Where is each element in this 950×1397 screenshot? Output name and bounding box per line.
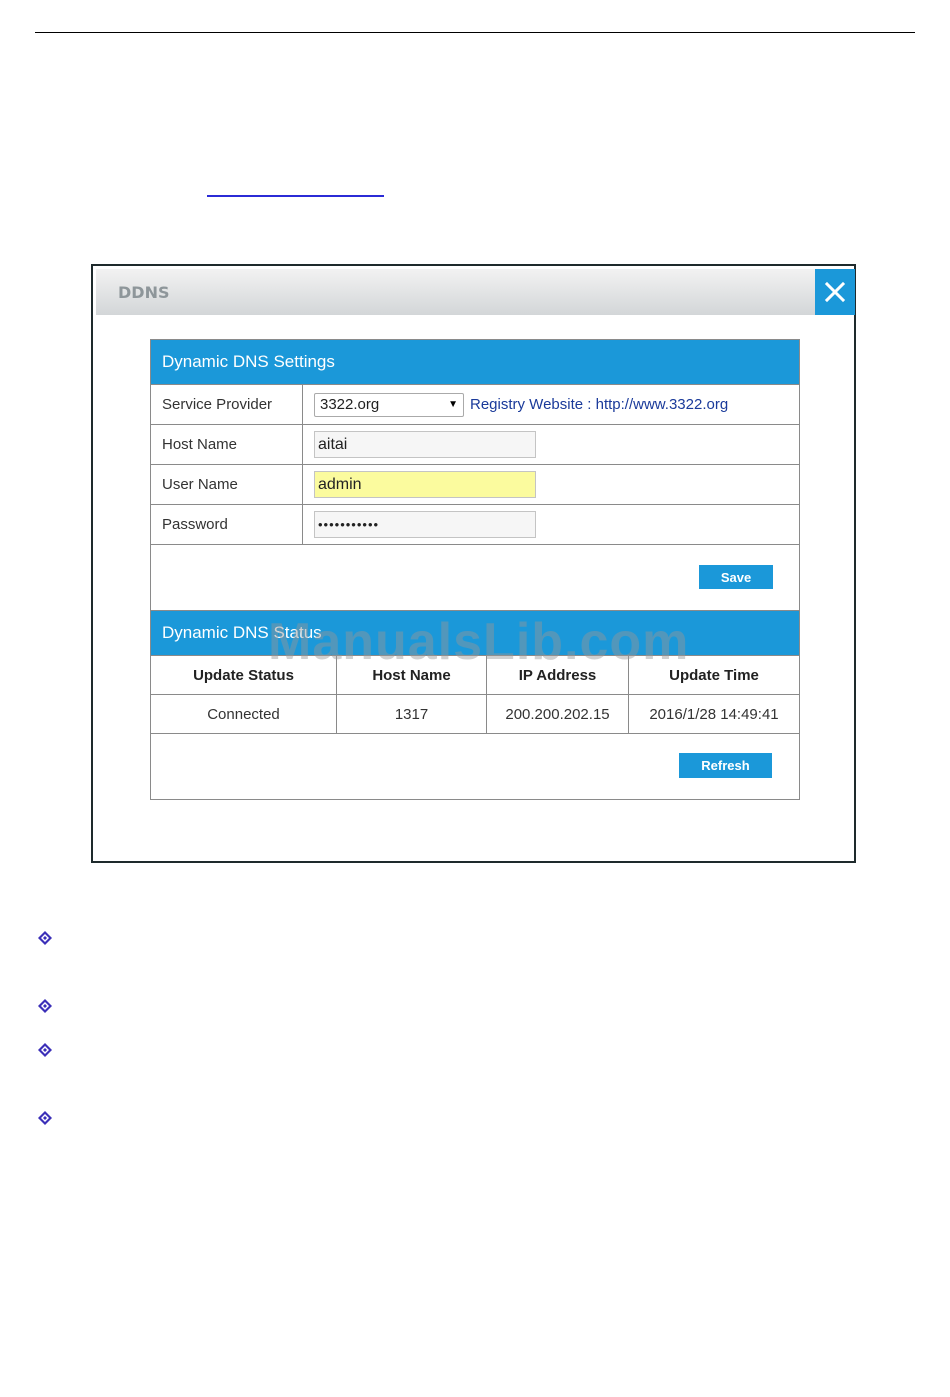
user-name-row: User Name admin xyxy=(151,464,799,504)
user-name-input[interactable]: admin xyxy=(314,471,536,498)
ddns-panel: Dynamic DNS Settings Service Provider 33… xyxy=(150,339,800,800)
ip-address-cell: 200.200.202.15 xyxy=(486,695,628,733)
close-icon xyxy=(824,281,846,303)
save-button[interactable]: Save xyxy=(699,565,773,589)
page-top-rule xyxy=(35,32,915,33)
table-header-row: Update Status Host Name IP Address Updat… xyxy=(151,655,799,694)
password-label: Password xyxy=(151,505,303,544)
host-name-input[interactable]: aitai xyxy=(314,431,536,458)
table-row: Connected 1317 200.200.202.15 2016/1/28 … xyxy=(151,694,799,733)
refresh-button[interactable]: Refresh xyxy=(679,753,772,778)
update-time-cell: 2016/1/28 14:49:41 xyxy=(628,695,799,733)
page-link-underline[interactable] xyxy=(207,195,384,197)
service-provider-value: 3322.org xyxy=(320,396,380,413)
column-header: Update Status xyxy=(193,666,294,684)
host-name-row: Host Name aitai xyxy=(151,424,799,464)
settings-section-title: Dynamic DNS Settings xyxy=(151,340,799,384)
refresh-area: Refresh xyxy=(151,733,799,799)
column-header: Update Time xyxy=(628,656,799,694)
registry-website-link[interactable]: Registry Website : http://www.3322.org xyxy=(470,396,728,413)
diamond-bullet-icon xyxy=(38,1043,52,1057)
service-provider-row: Service Provider 3322.org ▼ Registry Web… xyxy=(151,384,799,424)
dialog-header: DDNS xyxy=(96,269,816,315)
service-provider-label: Service Provider xyxy=(151,385,303,424)
password-row: Password ••••••••••• xyxy=(151,504,799,544)
column-header: Host Name xyxy=(336,656,486,694)
dialog-title: DDNS xyxy=(118,283,170,302)
close-button[interactable] xyxy=(815,269,855,315)
diamond-bullet-icon xyxy=(38,1111,52,1125)
host-name-label: Host Name xyxy=(151,425,303,464)
password-input[interactable]: ••••••••••• xyxy=(314,511,536,538)
diamond-bullet-icon xyxy=(38,931,52,945)
status-table: Update Status Host Name IP Address Updat… xyxy=(151,655,799,733)
service-provider-select[interactable]: 3322.org ▼ xyxy=(314,392,464,417)
host-name-cell: 1317 xyxy=(336,695,486,733)
save-area: Save xyxy=(151,544,799,610)
dropdown-caret-icon: ▼ xyxy=(448,399,458,410)
update-status-cell: Connected xyxy=(207,705,280,723)
user-name-label: User Name xyxy=(151,465,303,504)
column-header: IP Address xyxy=(486,656,628,694)
ddns-dialog: DDNS Dynamic DNS Settings Service Provid… xyxy=(91,264,856,863)
diamond-bullet-icon xyxy=(38,999,52,1013)
status-section-title: Dynamic DNS Status xyxy=(151,610,799,655)
